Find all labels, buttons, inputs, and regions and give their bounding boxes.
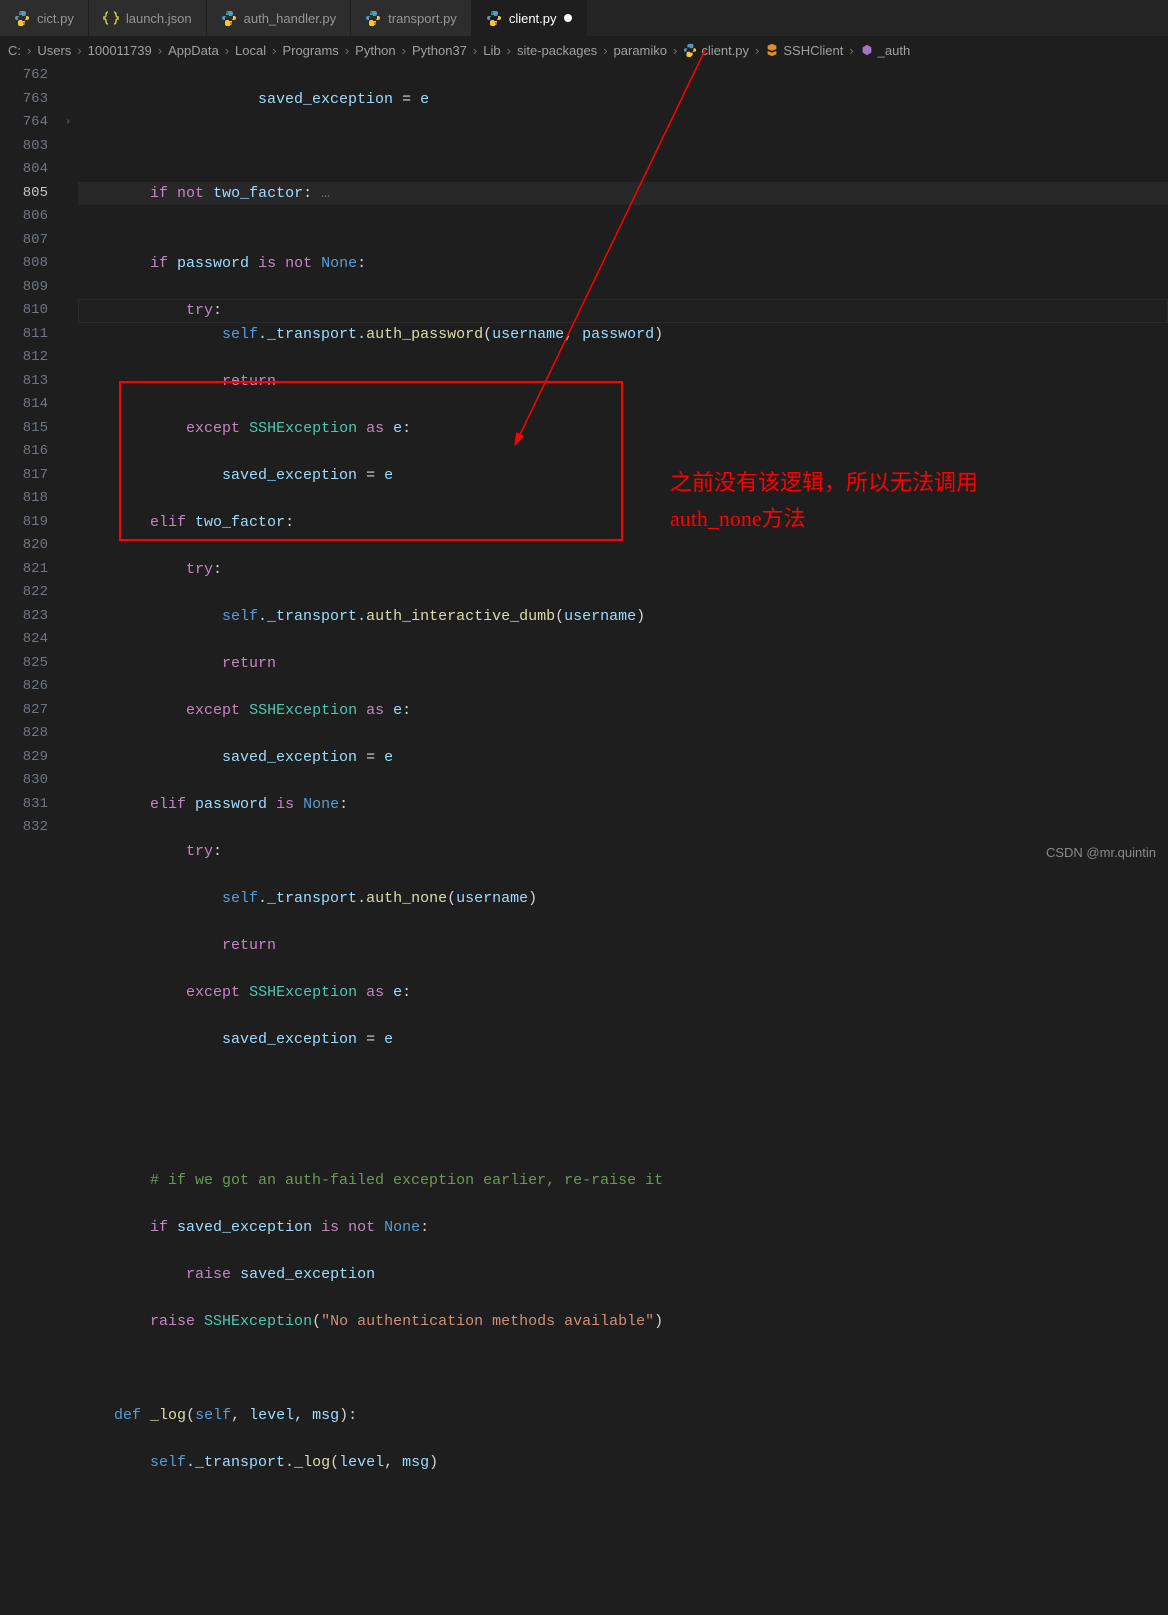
- json-icon: [103, 10, 119, 26]
- breadcrumb-segment[interactable]: paramiko: [614, 43, 667, 58]
- code-editor[interactable]: 762 763 764 803 804 805 806 807 808 809 …: [0, 64, 1168, 868]
- tab-label: launch.json: [126, 11, 192, 26]
- tab-label: client.py: [509, 11, 557, 26]
- breadcrumb-segment[interactable]: Lib: [483, 43, 500, 58]
- watermark: CSDN @mr.quintin: [1046, 845, 1156, 860]
- python-icon: [221, 10, 237, 26]
- python-icon: [683, 43, 697, 57]
- breadcrumb-segment[interactable]: Python: [355, 43, 395, 58]
- breadcrumb-segment[interactable]: Python37: [412, 43, 467, 58]
- editor-tabs: cict.py launch.json auth_handler.py tran…: [0, 0, 1168, 36]
- line-gutter: 762 763 764 803 804 805 806 807 808 809 …: [0, 64, 58, 868]
- tab-label: auth_handler.py: [244, 11, 337, 26]
- breadcrumb-segment[interactable]: site-packages: [517, 43, 597, 58]
- breadcrumb-file[interactable]: client.py: [683, 43, 749, 58]
- code-area[interactable]: saved_exception = e if not two_factor: ……: [78, 64, 1168, 868]
- tab-label: cict.py: [37, 11, 74, 26]
- breadcrumb-segment[interactable]: 100011739: [88, 43, 152, 58]
- breadcrumb-segment[interactable]: Programs: [282, 43, 338, 58]
- tab-auth-handler[interactable]: auth_handler.py: [207, 0, 352, 36]
- python-icon: [14, 10, 30, 26]
- tab-transport[interactable]: transport.py: [351, 0, 472, 36]
- breadcrumb-segment[interactable]: Users: [37, 43, 71, 58]
- tab-cict[interactable]: cict.py: [0, 0, 89, 36]
- breadcrumb-class[interactable]: SSHClient: [765, 43, 843, 58]
- breadcrumb[interactable]: C:› Users› 100011739› AppData› Local› Pr…: [0, 36, 1168, 64]
- breadcrumb-segment[interactable]: AppData: [168, 43, 219, 58]
- fold-column: ›: [58, 64, 78, 868]
- breadcrumb-method[interactable]: _auth: [860, 43, 911, 58]
- tab-client[interactable]: client.py: [472, 0, 587, 36]
- python-icon: [365, 10, 381, 26]
- class-symbol-icon: [765, 43, 779, 57]
- dirty-indicator-icon: [564, 14, 572, 22]
- fold-chevron-icon[interactable]: ›: [58, 111, 78, 135]
- breadcrumb-segment[interactable]: Local: [235, 43, 266, 58]
- python-icon: [486, 10, 502, 26]
- breadcrumb-segment[interactable]: C:: [8, 43, 21, 58]
- method-symbol-icon: [860, 43, 874, 57]
- tab-launch[interactable]: launch.json: [89, 0, 207, 36]
- tab-label: transport.py: [388, 11, 457, 26]
